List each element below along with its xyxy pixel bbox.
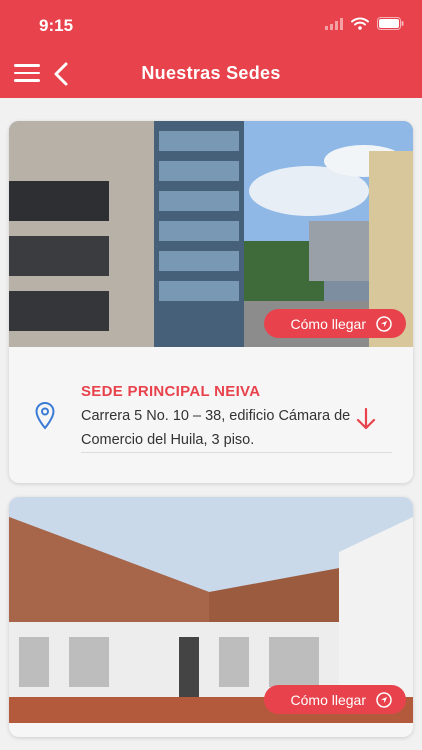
app-header: 9:15 Nuestras Sedes xyxy=(0,0,422,98)
sede-card[interactable]: Cómo llegar xyxy=(9,497,413,737)
como-llegar-button[interactable]: Cómo llegar xyxy=(263,309,406,338)
navigation-icon xyxy=(376,315,392,332)
signal-icon xyxy=(325,17,343,30)
divider xyxy=(81,452,392,453)
status-time: 9:15 xyxy=(39,16,74,35)
como-llegar-label: Cómo llegar xyxy=(290,691,366,708)
page-title: Nuestras Sedes xyxy=(141,63,281,83)
arrow-down-icon[interactable] xyxy=(356,408,376,430)
wifi-icon xyxy=(351,17,369,30)
sede-card[interactable]: Cómo llegar SEDE PRINCIPAL NEIVA Carrera… xyxy=(9,121,413,483)
como-llegar-button[interactable]: Cómo llegar xyxy=(263,685,406,714)
location-pin-icon xyxy=(35,401,55,430)
como-llegar-label: Cómo llegar xyxy=(290,315,366,332)
status-icons xyxy=(325,17,404,30)
battery-icon xyxy=(377,17,404,30)
navigation-icon xyxy=(376,691,392,708)
sede-title: SEDE PRINCIPAL NEIVA xyxy=(81,383,261,400)
sede-address: Carrera 5 No. 10 – 38, edificio Cámara d… xyxy=(81,408,351,448)
